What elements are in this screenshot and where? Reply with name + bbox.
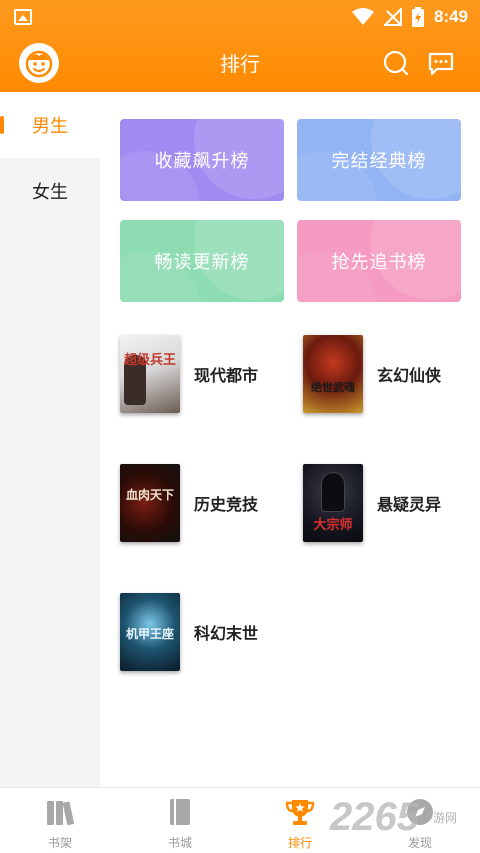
- watermark-number: 2265: [330, 795, 419, 839]
- category-label: 历史竞技: [194, 495, 259, 514]
- tab-bookshelf[interactable]: 书架: [0, 788, 120, 853]
- no-signal-icon: [383, 8, 402, 26]
- messages-button[interactable]: [426, 48, 456, 78]
- ranking-card-favorites[interactable]: 收藏飙升榜: [120, 119, 284, 201]
- ranking-card-label: 畅读更新榜: [154, 252, 250, 273]
- category-history[interactable]: 血肉天下 历史竞技: [120, 464, 280, 542]
- book-cover: 大宗师: [303, 464, 363, 542]
- books-icon: [47, 801, 75, 826]
- wifi-icon: [351, 8, 374, 25]
- battery-charging-icon: [411, 7, 424, 27]
- ranking-card-early[interactable]: 抢先追书榜: [297, 220, 461, 302]
- trophy-icon: [285, 800, 315, 825]
- sidebar-item-label: 男生: [32, 116, 68, 137]
- gender-sidebar: 男生 女生: [0, 92, 100, 787]
- sidebar-item-label: 女生: [32, 182, 68, 203]
- sidebar-item-female[interactable]: 女生: [0, 158, 100, 224]
- book-cover-title: 机甲王座: [125, 627, 174, 641]
- chat-bubble-icon: [428, 52, 454, 76]
- category-label: 现代都市: [194, 366, 259, 385]
- search-icon: [383, 50, 409, 76]
- ranking-card-completed[interactable]: 完结经典榜: [297, 119, 461, 201]
- image-notification-icon: [14, 9, 32, 25]
- category-mystery[interactable]: 大宗师 悬疑灵异: [303, 464, 463, 542]
- ranking-card-label: 完结经典榜: [331, 151, 427, 172]
- category-scifi[interactable]: 机甲王座 科幻末世: [120, 593, 280, 671]
- tab-label: 书城: [167, 836, 192, 850]
- tab-bookstore[interactable]: 书城: [120, 788, 240, 853]
- book-cover: 超级兵王: [120, 335, 180, 413]
- book-cover: 血肉天下: [120, 464, 180, 542]
- category-label: 玄幻仙侠: [377, 366, 442, 385]
- app-header: 排行: [0, 34, 480, 92]
- book-cover: 绝世武魂: [303, 335, 363, 413]
- watermark-logo: 2265 手游网: [330, 795, 457, 840]
- ranking-card-label: 抢先追书榜: [331, 252, 427, 273]
- category-urban[interactable]: 超级兵王 现代都市: [120, 335, 280, 413]
- book-cover: 机甲王座: [120, 593, 180, 671]
- book-cover-title: 绝世武魂: [311, 381, 355, 394]
- book-cover-title: 血肉天下: [125, 488, 174, 502]
- ranking-card-updates[interactable]: 畅读更新榜: [120, 220, 284, 302]
- watermark-text: 手游网: [420, 810, 457, 825]
- book-icon: [170, 799, 190, 825]
- search-button[interactable]: [381, 48, 411, 78]
- ranking-card-label: 收藏飙升榜: [154, 151, 250, 172]
- category-label: 科幻末世: [194, 624, 259, 643]
- category-label: 悬疑灵异: [377, 495, 442, 514]
- tab-label: 书架: [47, 836, 72, 850]
- sidebar-item-male[interactable]: 男生: [0, 92, 100, 158]
- book-cover-title: 超级兵王: [123, 353, 176, 368]
- top-bar: 8:49 排行: [0, 0, 480, 92]
- clock: 8:49: [433, 7, 468, 26]
- book-cover-title: 大宗师: [313, 518, 353, 533]
- status-bar: 8:49: [0, 0, 480, 34]
- category-fantasy[interactable]: 绝世武魂 玄幻仙侠: [303, 335, 463, 413]
